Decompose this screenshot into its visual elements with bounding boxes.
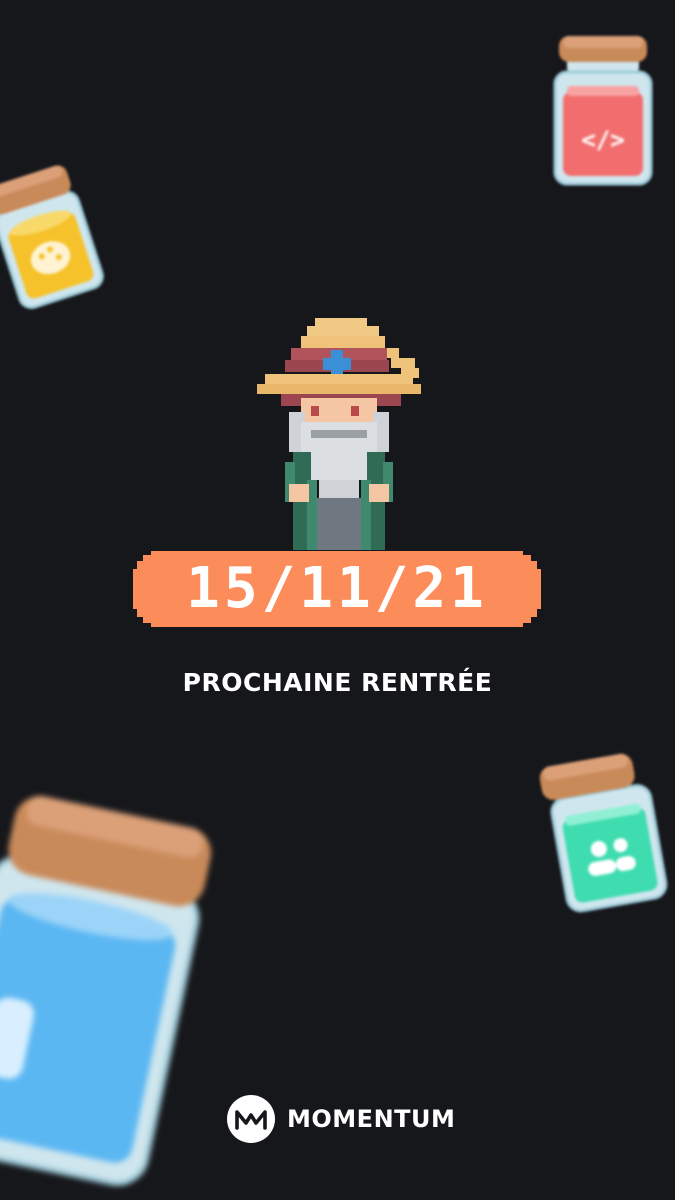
- code-jar-icon: </>: [553, 36, 653, 186]
- brand-name: MOMENTUM: [287, 1105, 456, 1133]
- blue-jar-icon: [0, 795, 212, 1186]
- date-banner: 15/11/21: [133, 551, 541, 627]
- svg-text:</>: </>: [581, 126, 624, 154]
- palette-jar: [0, 156, 109, 317]
- palette-jar-icon: [0, 165, 104, 309]
- wizard-icon: [255, 318, 423, 550]
- blue-jar: [0, 772, 239, 1200]
- code-jar: </>: [553, 30, 653, 190]
- poster: </> 15/11/21 PROCHAINE RENTRÉE MOMENTUM: [0, 0, 675, 1200]
- wizard-character: [255, 312, 423, 556]
- momentum-logo-mark: [235, 1110, 267, 1130]
- event-caption: PROCHAINE RENTRÉE: [182, 668, 493, 697]
- people-jar-icon: [539, 753, 668, 913]
- brand-lockup: MOMENTUM: [227, 1094, 455, 1144]
- momentum-logo-icon: [227, 1095, 275, 1143]
- event-date: 15/11/21: [186, 556, 488, 621]
- people-jar: [535, 743, 675, 921]
